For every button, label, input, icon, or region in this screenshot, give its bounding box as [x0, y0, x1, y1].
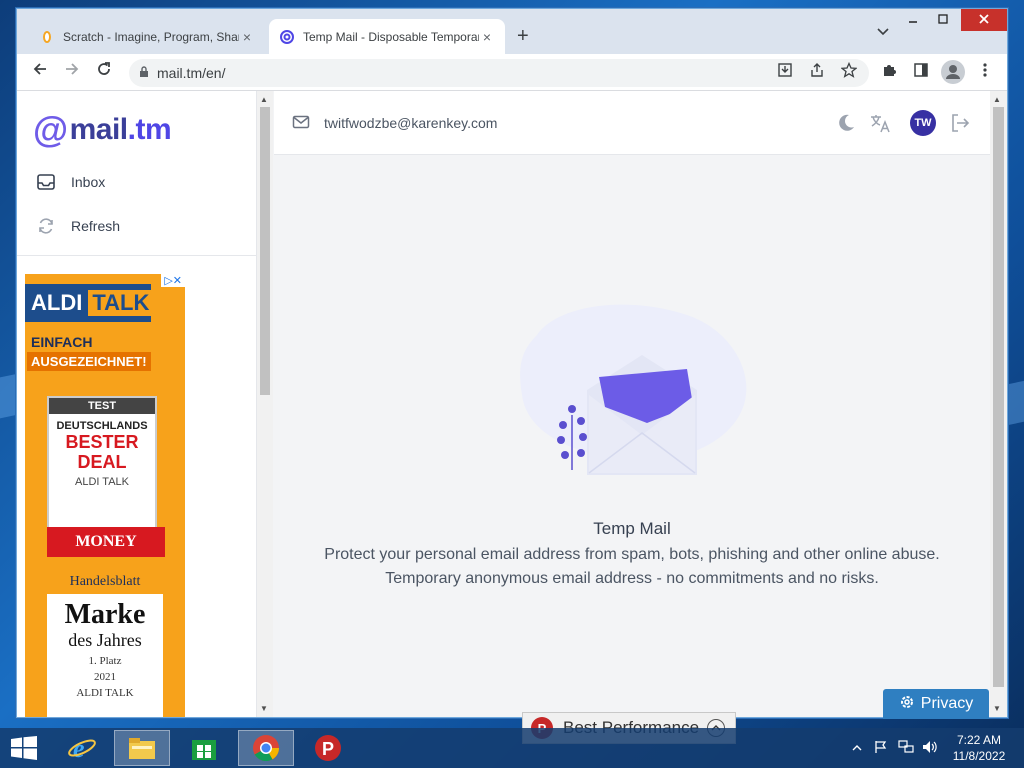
- network-icon[interactable]: [898, 740, 914, 757]
- tab-close-icon[interactable]: ×: [479, 29, 495, 45]
- empty-inbox-illustration: [517, 295, 747, 485]
- volume-icon[interactable]: [922, 740, 938, 757]
- menu-kebab-icon[interactable]: [975, 62, 995, 82]
- ad-hb-title2: des Jahres: [68, 630, 142, 650]
- browser-window: Scratch - Imagine, Program, Share × Temp…: [16, 8, 1008, 719]
- url-text: mail.tm/en/: [157, 65, 226, 81]
- ad-test-line2: BESTER: [65, 432, 139, 452]
- minimize-button[interactable]: [899, 9, 927, 31]
- taskbar: e P 7:22 AM 11/8/2022: [0, 728, 1024, 768]
- store-icon[interactable]: [176, 730, 232, 766]
- translate-icon[interactable]: [868, 111, 892, 135]
- close-window-button[interactable]: [961, 9, 1007, 31]
- logo-tm: .tm: [127, 113, 172, 146]
- tab-title: Scratch - Imagine, Program, Share: [63, 29, 239, 44]
- ad-hb-title1: Marke: [64, 599, 146, 630]
- bookmark-star-icon[interactable]: [839, 61, 859, 82]
- logout-icon[interactable]: [948, 111, 972, 135]
- scroll-up-arrow-icon[interactable]: ▲: [993, 95, 1001, 104]
- scratch-favicon-icon: [39, 29, 55, 45]
- flag-icon[interactable]: [874, 740, 888, 757]
- tab-close-icon[interactable]: ×: [239, 29, 255, 45]
- tab-strip: Scratch - Imagine, Program, Share × Temp…: [17, 9, 1007, 54]
- chrome-icon[interactable]: [238, 730, 294, 766]
- clock-date: 11/8/2022: [952, 749, 1006, 763]
- ad-brand-right: TALK: [88, 290, 154, 316]
- ad-hb-brand: ALDI TALK: [76, 687, 134, 699]
- back-arrow-icon[interactable]: [29, 61, 51, 82]
- privacy-button[interactable]: Privacy: [883, 689, 989, 719]
- maximize-button[interactable]: [929, 9, 957, 31]
- ad-money-logo: MONEY: [47, 527, 165, 557]
- logo-at: @: [33, 109, 68, 150]
- sidebar-divider: [17, 255, 257, 256]
- mailtm-favicon-icon: [279, 29, 295, 45]
- ad-test-header: TEST: [49, 398, 155, 414]
- sidebar-scroll-thumb[interactable]: [260, 107, 270, 395]
- tab-title: Temp Mail - Disposable Temporary Email: [303, 29, 479, 44]
- main-scroll-thumb[interactable]: [993, 107, 1004, 687]
- ad-handelsblatt-seal: Handelsblatt Marke des Jahres 1. Platz 2…: [47, 570, 163, 717]
- sidebar-scrollbar[interactable]: ▲ ▼: [257, 91, 273, 717]
- reload-icon[interactable]: [93, 61, 115, 82]
- internet-explorer-icon[interactable]: e: [54, 730, 110, 766]
- sidebar-item-label: Inbox: [71, 174, 106, 190]
- share-icon[interactable]: [807, 62, 827, 82]
- new-tab-button[interactable]: +: [517, 25, 529, 48]
- inbox-icon: [35, 171, 57, 193]
- ad-line1: EINFACH: [31, 334, 93, 350]
- hero-description: Protect your personal email address from…: [324, 546, 940, 587]
- address-bar[interactable]: mail.tm/en/: [129, 59, 869, 87]
- windows-start-icon[interactable]: [10, 736, 38, 760]
- privacy-label: Privacy: [920, 695, 974, 712]
- sidebar: @ mail .tm Inbox Refresh ▷✕ ALDI TALK EI…: [17, 91, 257, 717]
- lock-icon: [139, 65, 149, 81]
- ad-brand: ALDI TALK: [25, 284, 154, 322]
- ad-test-line1: DEUTSCHLANDS: [56, 420, 148, 432]
- ad-brand-left: ALDI: [31, 290, 83, 315]
- user-avatar[interactable]: TW: [910, 110, 936, 136]
- mail-topbar: twitfwodzbe@karenkey.com TW: [274, 91, 990, 155]
- email-address[interactable]: twitfwodzbe@karenkey.com: [324, 115, 497, 131]
- install-app-icon[interactable]: [775, 62, 795, 82]
- taskbar-clock[interactable]: 7:22 AM 11/8/2022: [946, 732, 1012, 764]
- sidebar-item-inbox[interactable]: Inbox: [35, 171, 105, 193]
- clock-time: 7:22 AM: [956, 733, 1002, 747]
- svg-text:e: e: [73, 734, 85, 763]
- mailtm-logo[interactable]: @ mail .tm: [33, 109, 172, 151]
- psiphon-taskbar-icon[interactable]: P: [300, 730, 356, 766]
- web-page: @ mail .tm Inbox Refresh ▷✕ ALDI TALK EI…: [17, 91, 1007, 719]
- ad-hb-header: Handelsblatt: [47, 570, 163, 594]
- logo-mail: mail: [69, 113, 129, 146]
- browser-toolbar: mail.tm/en/: [17, 54, 1007, 91]
- sidebar-item-label: Refresh: [71, 218, 121, 234]
- ad-test-line3: DEAL: [77, 452, 127, 472]
- sidebar-item-refresh[interactable]: Refresh: [35, 215, 120, 237]
- hero-title: Temp Mail: [593, 519, 671, 538]
- ad-test-brand: ALDI TALK: [74, 476, 129, 488]
- refresh-icon: [35, 215, 57, 237]
- gear-icon: [899, 694, 915, 715]
- tab-scratch[interactable]: Scratch - Imagine, Program, Share ×: [29, 19, 265, 54]
- tab-search-chevron-icon[interactable]: [877, 25, 889, 39]
- forward-arrow-icon[interactable]: [61, 61, 83, 82]
- adchoices-icon[interactable]: ▷✕: [161, 274, 185, 287]
- dark-mode-moon-icon[interactable]: [834, 111, 858, 135]
- ad-hb-year: 2021: [94, 671, 116, 683]
- svg-text:P: P: [322, 739, 334, 759]
- scroll-down-arrow-icon[interactable]: ▼: [993, 704, 1001, 713]
- tab-tempmail[interactable]: Temp Mail - Disposable Temporary Email ×: [269, 19, 505, 54]
- scroll-up-arrow-icon[interactable]: ▲: [260, 95, 268, 104]
- tray-expand-icon[interactable]: [852, 740, 862, 755]
- envelope-icon: [292, 113, 312, 133]
- file-explorer-icon[interactable]: [114, 730, 170, 766]
- advertisement-banner[interactable]: ▷✕ ALDI TALK EINFACH AUSGEZEICHNET! TEST…: [25, 274, 185, 717]
- side-panel-icon[interactable]: [911, 62, 931, 82]
- main-scrollbar[interactable]: ▲ ▼: [990, 91, 1007, 717]
- profile-avatar-icon[interactable]: [941, 60, 965, 84]
- ad-line2: AUSGEZEICHNET!: [27, 352, 151, 371]
- ad-hb-place: 1. Platz: [88, 655, 122, 667]
- scroll-down-arrow-icon[interactable]: ▼: [260, 704, 268, 713]
- extensions-puzzle-icon[interactable]: [879, 62, 899, 82]
